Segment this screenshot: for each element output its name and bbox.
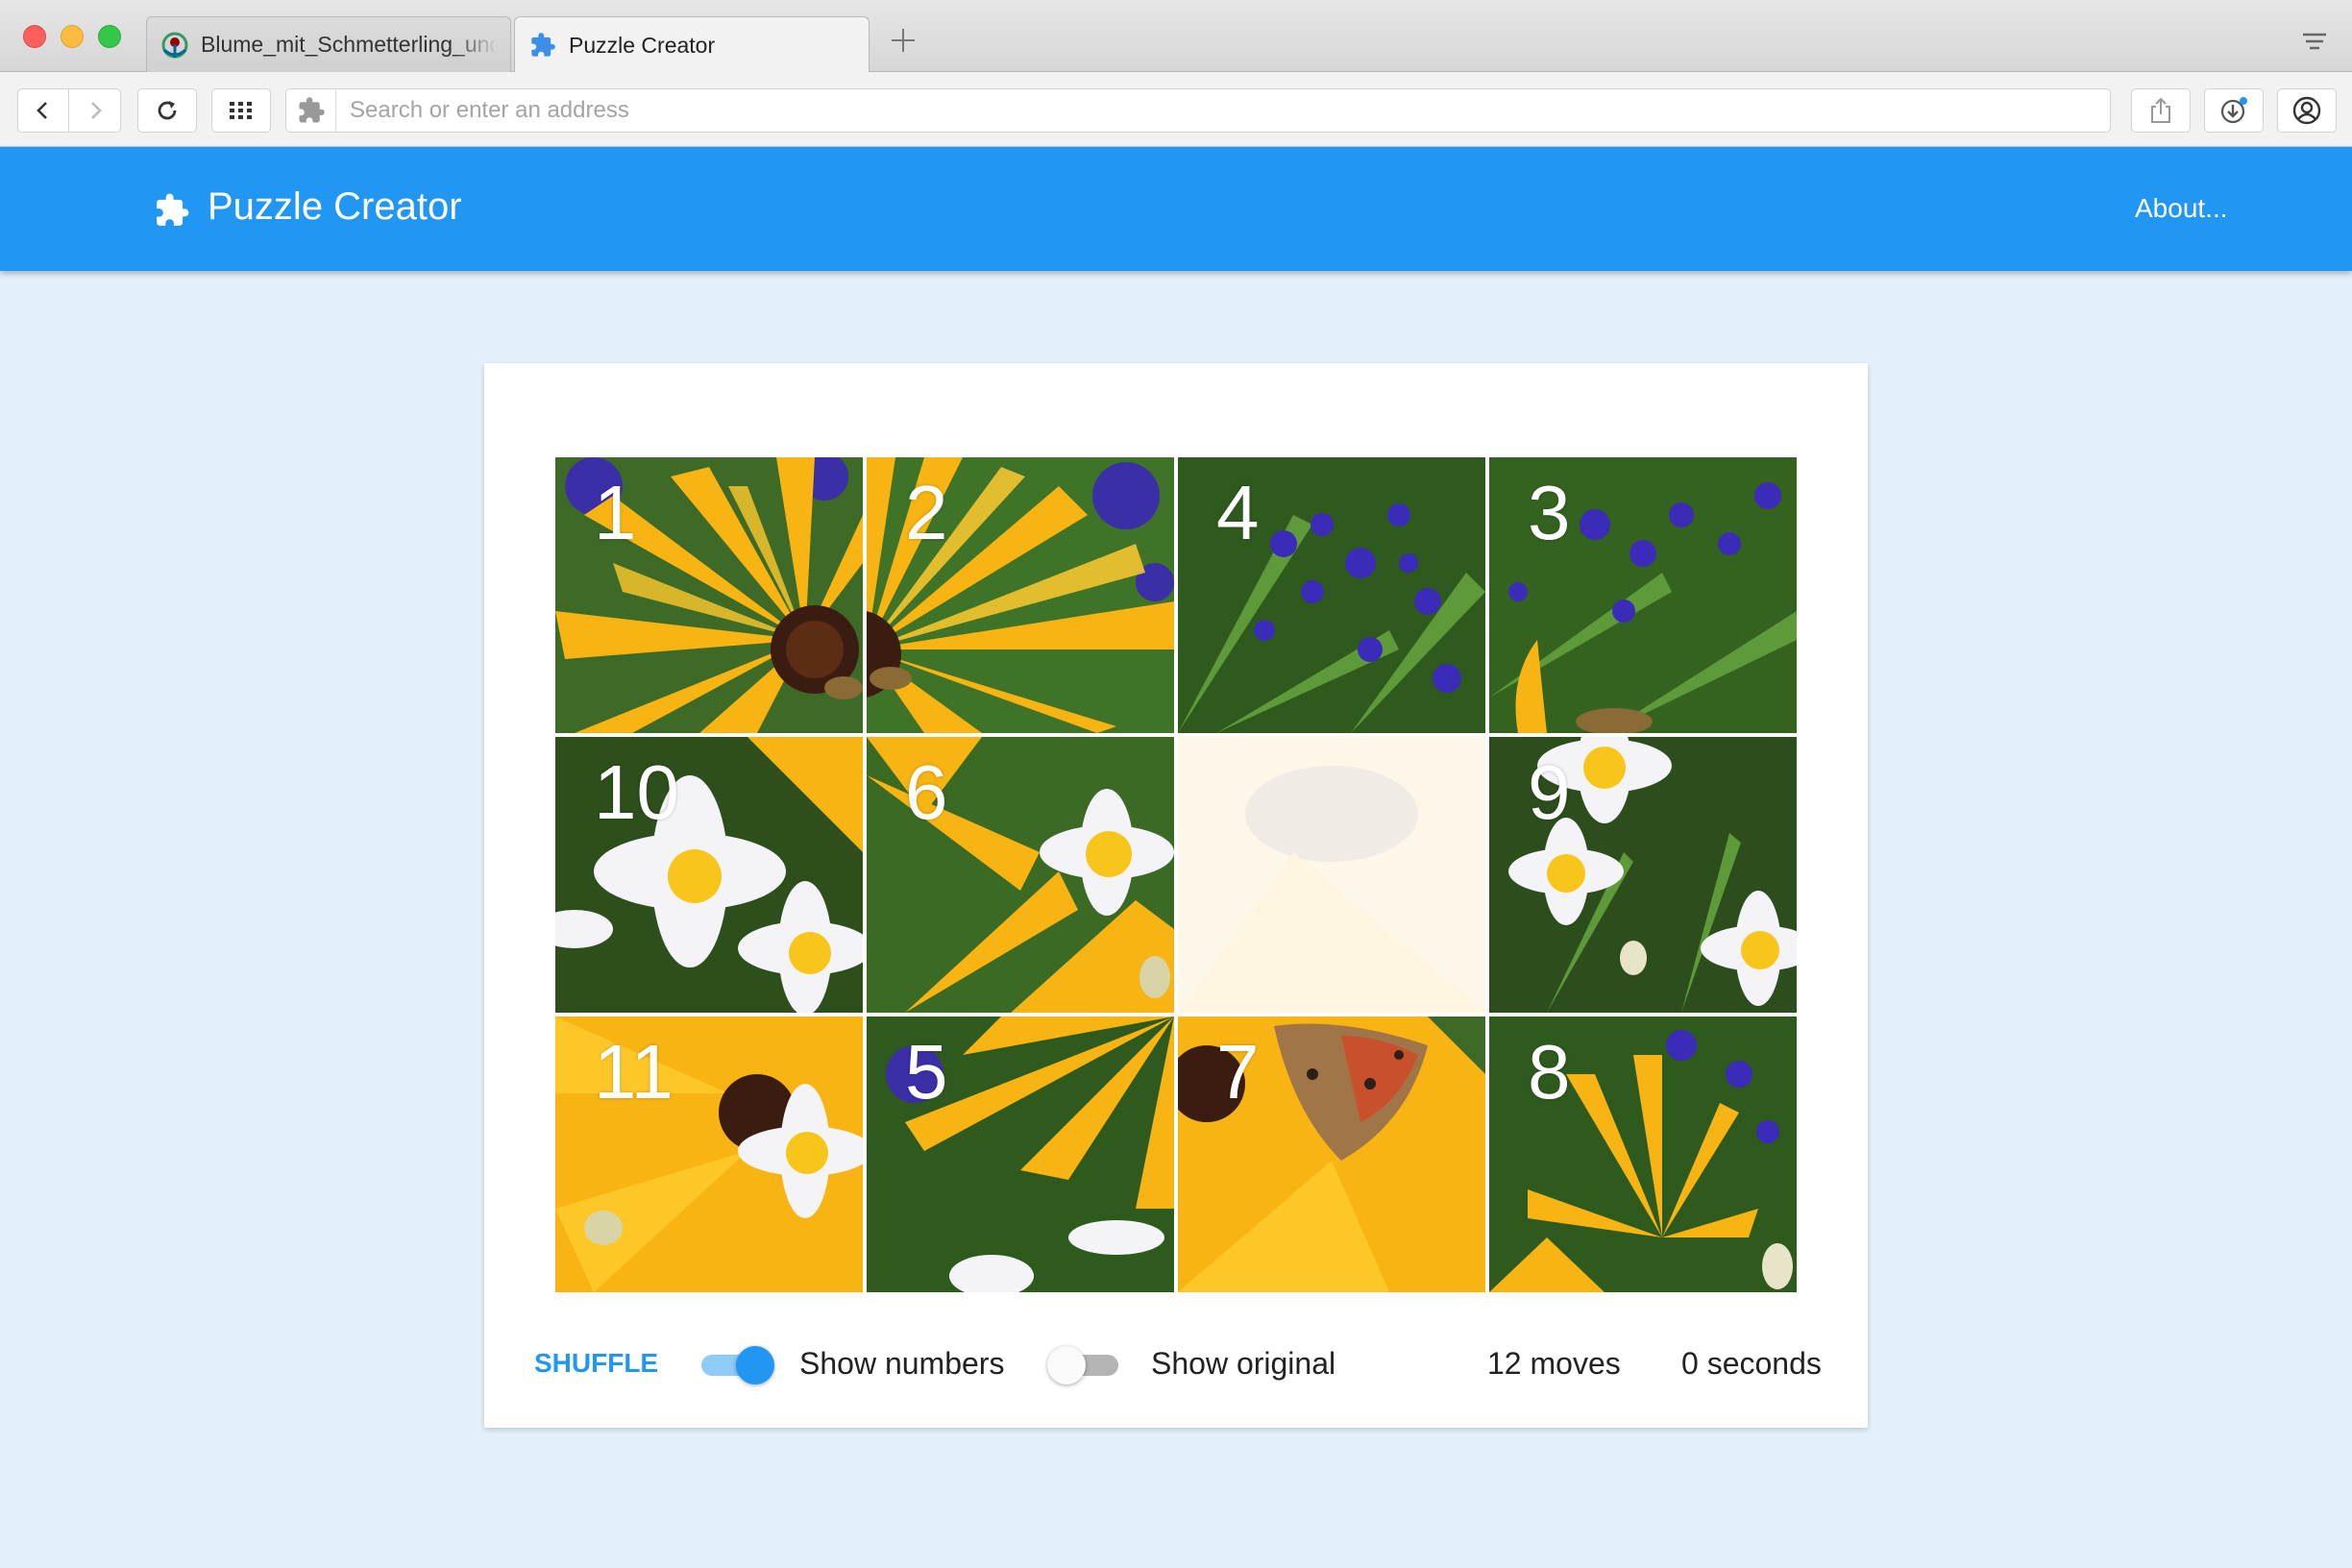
- plus-icon: [892, 29, 915, 52]
- flower-image-piece: [1178, 737, 1485, 1013]
- tile-number: 6: [905, 749, 948, 835]
- puzzle-tile[interactable]: 6: [867, 737, 1174, 1013]
- tab-blume-image[interactable]: Blume_mit_Schmetterling_und: [146, 16, 511, 72]
- puzzle-tile[interactable]: 10: [555, 737, 863, 1013]
- reload-icon: [158, 101, 177, 120]
- close-window-button[interactable]: [23, 25, 46, 48]
- tile-number: 1: [594, 470, 637, 555]
- tile-number: 4: [1216, 470, 1260, 555]
- tab-list-icon: [2303, 33, 2326, 50]
- address-input[interactable]: [336, 97, 2066, 124]
- new-tab-button[interactable]: [888, 25, 919, 56]
- extension-puzzle-icon: [286, 89, 336, 132]
- puzzle-icon: [528, 31, 557, 60]
- back-button[interactable]: [17, 88, 69, 133]
- puzzle-controls: SHUFFLE Show numbers Show original 12 mo…: [484, 1338, 1868, 1396]
- puzzle-tile[interactable]: 5: [867, 1017, 1174, 1292]
- puzzle-tile[interactable]: 7: [1178, 1017, 1485, 1292]
- app-header: Puzzle Creator About...: [0, 147, 2352, 271]
- reload-button[interactable]: [137, 88, 197, 133]
- move-counter: 12 moves: [1487, 1346, 1621, 1381]
- browser-tab-bar: Blume_mit_Schmetterling_und Puzzle Creat…: [0, 0, 2352, 73]
- about-link[interactable]: About...: [2135, 193, 2228, 224]
- account-icon: [2292, 96, 2321, 125]
- show-numbers-toggle[interactable]: [698, 1344, 774, 1384]
- wikimedia-icon: [160, 31, 189, 60]
- account-button[interactable]: [2277, 88, 2337, 133]
- tile-number: 11: [594, 1029, 674, 1115]
- tile-number: 10: [594, 749, 679, 835]
- tile-number: 5: [905, 1029, 948, 1115]
- tile-number: 2: [905, 470, 948, 555]
- tab-puzzle-creator[interactable]: Puzzle Creator: [514, 16, 870, 73]
- browser-toolbar: [0, 72, 2352, 147]
- puzzle-tile[interactable]: 9: [1489, 737, 1797, 1013]
- puzzle-tile[interactable]: 1: [555, 457, 863, 733]
- share-button[interactable]: [2131, 88, 2191, 133]
- chevron-right-icon: [90, 102, 102, 119]
- show-original-label: Show original: [1151, 1346, 1336, 1381]
- minimize-window-button[interactable]: [61, 25, 84, 48]
- puzzle-tile[interactable]: 8: [1489, 1017, 1797, 1292]
- show-numbers-label: Show numbers: [799, 1346, 1005, 1381]
- tile-number: 8: [1528, 1029, 1571, 1115]
- tab-label: Puzzle Creator: [569, 32, 716, 58]
- puzzle-tile[interactable]: 4: [1178, 457, 1485, 733]
- puzzle-icon: [154, 192, 190, 229]
- share-icon: [2151, 97, 2170, 123]
- toggle-knob: [1047, 1346, 1086, 1384]
- tile-number: 3: [1528, 470, 1571, 555]
- downloads-button[interactable]: [2204, 88, 2264, 133]
- download-icon: [2220, 97, 2247, 124]
- grid-icon: [230, 102, 252, 119]
- show-original-toggle[interactable]: [1047, 1344, 1124, 1384]
- app-title: Puzzle Creator: [208, 185, 462, 228]
- tile-number: 9: [1528, 749, 1571, 835]
- timer: 0 seconds: [1681, 1346, 1822, 1381]
- zoom-window-button[interactable]: [98, 25, 121, 48]
- tile-number: 7: [1216, 1029, 1260, 1115]
- puzzle-tile[interactable]: 2: [867, 457, 1174, 733]
- toggle-knob: [736, 1346, 774, 1384]
- forward-button[interactable]: [69, 88, 121, 133]
- puzzle-board: 1 2 4 3 10 6 9 11 5 7 8: [555, 457, 1797, 1293]
- puzzle-tile[interactable]: 3: [1489, 457, 1797, 733]
- tab-list-button[interactable]: [2300, 29, 2329, 56]
- speed-dial-button[interactable]: [211, 88, 271, 133]
- empty-tile-slot[interactable]: [1178, 737, 1485, 1013]
- address-bar[interactable]: [285, 88, 2111, 133]
- puzzle-card: 1 2 4 3 10 6 9 11 5 7 8 SHUFFLE Show num…: [484, 363, 1868, 1428]
- shuffle-button[interactable]: SHUFFLE: [530, 1344, 662, 1383]
- tab-label: Blume_mit_Schmetterling_und: [201, 32, 497, 57]
- chevron-left-icon: [37, 102, 47, 119]
- puzzle-tile[interactable]: 11: [555, 1017, 863, 1292]
